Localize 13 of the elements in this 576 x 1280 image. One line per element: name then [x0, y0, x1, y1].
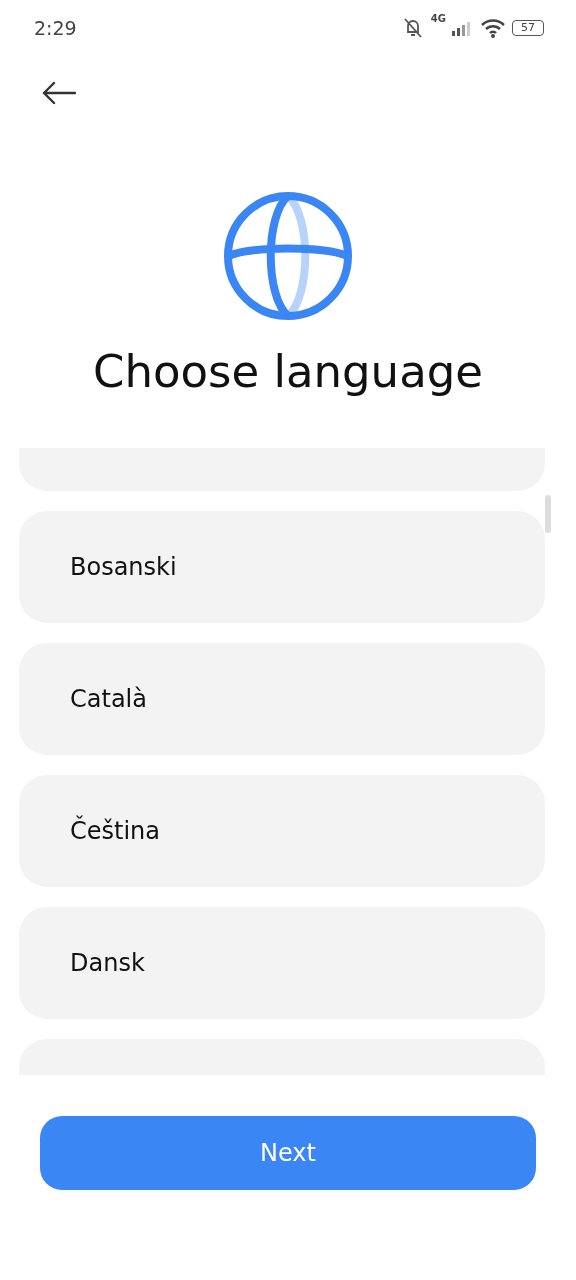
language-option[interactable]: Čeština [19, 775, 545, 887]
scrollbar [545, 495, 551, 533]
language-option[interactable]: Dansk [19, 907, 545, 1019]
battery-indicator: 57 [512, 19, 544, 36]
back-arrow-icon [42, 81, 76, 105]
page-title: Choose language [92, 345, 484, 398]
status-time: 2:29 [34, 16, 77, 39]
language-option[interactable]: Bosanski [19, 511, 545, 623]
network-type: 4G [430, 12, 446, 24]
language-option[interactable]: Català [19, 643, 545, 755]
globe-icon [223, 191, 353, 321]
next-button[interactable]: Next [40, 1116, 536, 1190]
wifi-icon [480, 17, 506, 38]
